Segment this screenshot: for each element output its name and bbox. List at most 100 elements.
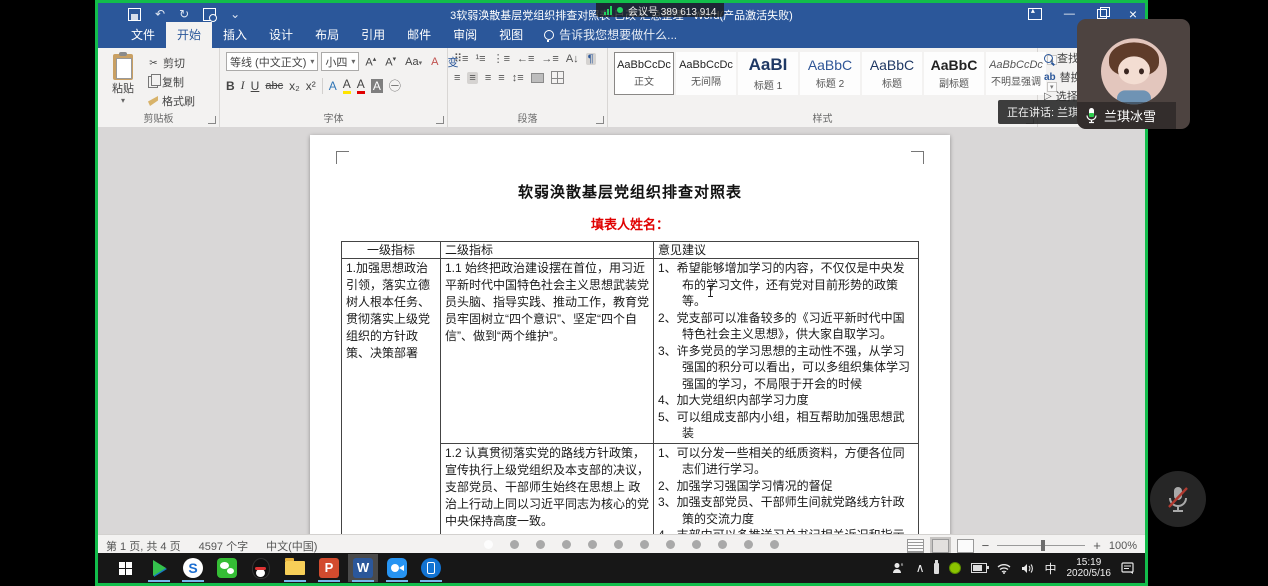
taskbar-phone-cast[interactable] <box>416 554 446 582</box>
style-no-spacing[interactable]: AaBbCcDc无间隔 <box>676 52 736 95</box>
line-spacing-icon[interactable]: ↕≡ <box>512 72 524 84</box>
start-button[interactable] <box>110 554 140 582</box>
style-title[interactable]: AaBbC标题 <box>862 52 922 95</box>
justify-icon[interactable]: ≡ <box>498 72 504 84</box>
format-painter-button[interactable]: 格式刷 <box>148 93 195 109</box>
restore-button[interactable] <box>1097 9 1107 19</box>
change-case-button[interactable]: Aa▾ <box>402 55 425 69</box>
cut-button[interactable]: ✂剪切 <box>148 55 195 71</box>
taskbar-clock[interactable]: 15:19 2020/5/16 <box>1067 557 1112 579</box>
increase-indent-icon[interactable]: →≡ <box>541 53 558 65</box>
highlight-color-button[interactable]: A <box>343 77 351 94</box>
read-mode-icon[interactable] <box>907 539 924 553</box>
borders-icon[interactable] <box>551 71 564 84</box>
taskbar-media-player[interactable] <box>144 554 174 582</box>
style-normal[interactable]: AaBbCcDc正文 <box>614 52 674 95</box>
battery-icon[interactable] <box>971 563 987 573</box>
zoom-slider-thumb[interactable] <box>1041 540 1045 551</box>
tab-mailings[interactable]: 邮件 <box>396 22 442 48</box>
numbering-icon[interactable]: ¹≡ <box>475 53 485 65</box>
dialog-launcher-icon[interactable] <box>208 116 216 124</box>
tab-references[interactable]: 引用 <box>350 22 396 48</box>
align-right-icon[interactable]: ≡ <box>485 72 491 84</box>
web-layout-icon[interactable] <box>957 539 974 553</box>
underline-button[interactable]: U <box>251 79 260 93</box>
document-area[interactable]: 软弱涣散基层党组织排查对照表 填表人姓名： 一级指标 二级指标 意见建议 1.加… <box>98 127 1145 534</box>
character-shading-button[interactable]: A <box>371 79 383 93</box>
zoom-level[interactable]: 100% <box>1109 540 1137 552</box>
align-left-icon[interactable]: ≡ <box>454 72 460 84</box>
tab-layout[interactable]: 布局 <box>304 22 350 48</box>
font-name-combobox[interactable]: 等线 (中文正文)▾ <box>226 52 318 71</box>
people-icon[interactable]: ᴿ <box>892 562 906 574</box>
taskbar-word-active[interactable]: W <box>348 554 378 582</box>
paste-button[interactable]: 粘贴 ▾ <box>104 52 142 109</box>
language-indicator[interactable]: 中文(中国) <box>266 538 317 554</box>
zoom-out-button[interactable]: − <box>982 538 990 553</box>
style-subtle-emphasis[interactable]: AaBbCcDc不明显强调 <box>986 52 1046 95</box>
taskbar-sogou-browser[interactable]: S <box>178 554 208 582</box>
security-tray-icon[interactable] <box>949 562 961 574</box>
wifi-icon[interactable] <box>997 563 1011 574</box>
strikethrough-button[interactable]: abc <box>265 80 283 92</box>
zoom-in-button[interactable]: + <box>1093 538 1101 553</box>
copy-button[interactable]: 复制 <box>148 74 195 90</box>
tab-insert[interactable]: 插入 <box>212 22 258 48</box>
italic-button[interactable]: I <box>241 78 245 93</box>
bullets-icon[interactable]: ⠿≡ <box>454 52 468 65</box>
shrink-font-button[interactable]: A▾ <box>382 54 399 70</box>
show-marks-icon[interactable]: ¶ <box>586 53 596 65</box>
text-effects-button[interactable]: A <box>329 79 337 93</box>
multilevel-list-icon[interactable]: ⋮≡ <box>493 52 510 65</box>
taskbar-file-explorer[interactable] <box>280 554 310 582</box>
superscript-button[interactable]: x² <box>306 79 316 93</box>
tab-view[interactable]: 视图 <box>488 22 534 48</box>
tab-review[interactable]: 审阅 <box>442 22 488 48</box>
enclose-characters-button[interactable]: ㊀ <box>389 77 401 94</box>
word-count[interactable]: 4597 个字 <box>199 538 249 554</box>
paintbrush-icon <box>148 96 158 106</box>
taskbar-qq[interactable] <box>246 554 276 582</box>
style-heading1[interactable]: AaBI标题 1 <box>738 52 798 95</box>
mic-mute-button[interactable] <box>1150 471 1206 527</box>
clear-formatting-button[interactable]: A <box>428 55 441 69</box>
subscript-button[interactable]: x₂ <box>289 79 300 93</box>
phone-screen: ↶ ↻ ⌄ 3软弱涣散基层党组织排查对照表-已改-汇总整理 - Word(产品激… <box>0 0 1268 586</box>
signal-bars-icon <box>604 6 612 15</box>
ribbon-display-options-icon[interactable] <box>1028 8 1042 20</box>
style-heading2[interactable]: AaBbC标题 2 <box>800 52 860 95</box>
grow-font-button[interactable]: A▴ <box>362 54 379 70</box>
font-size-combobox[interactable]: 小四▾ <box>321 52 359 71</box>
minimize-button[interactable]: — <box>1064 8 1075 20</box>
tab-home[interactable]: 开始 <box>166 22 212 48</box>
tell-me-box[interactable]: 告诉我您想要做什么... <box>534 22 687 48</box>
dot-active[interactable] <box>484 540 493 549</box>
style-subtitle[interactable]: AaBbC副标题 <box>924 52 984 95</box>
ime-indicator[interactable]: 中 <box>1044 560 1056 577</box>
tray-expand-icon[interactable]: ∧ <box>916 561 925 575</box>
taskbar-powerpoint[interactable]: P <box>314 554 344 582</box>
meeting-id-pill[interactable]: 会议号 389 613 914 <box>596 3 724 17</box>
print-layout-icon[interactable] <box>932 539 949 553</box>
participant-video-tile[interactable]: 兰琪冰雪 <box>1077 19 1190 129</box>
notification-center-icon[interactable] <box>1121 562 1135 575</box>
tab-design[interactable]: 设计 <box>258 22 304 48</box>
bold-button[interactable]: B <box>226 79 235 93</box>
page-indicator[interactable]: 第 1 页, 共 4 页 <box>106 538 181 554</box>
align-center-icon[interactable]: ≡ <box>467 72 477 84</box>
page-dots-indicator[interactable] <box>484 540 779 549</box>
zoom-slider[interactable] <box>997 545 1085 546</box>
shading-icon[interactable] <box>531 73 544 83</box>
taskbar-tencent-meeting[interactable] <box>382 554 412 582</box>
usb-device-icon[interactable] <box>934 563 939 574</box>
dialog-launcher-icon[interactable] <box>436 116 444 124</box>
advice-cell: 1、希望能够增加学习的内容，不仅仅是中央发布的学习文件，还有党对目前形势的政策等… <box>654 259 919 444</box>
speaker-icon[interactable] <box>1021 563 1034 574</box>
font-color-button[interactable]: A <box>357 77 365 94</box>
taskbar-wechat[interactable] <box>212 554 242 582</box>
tab-file[interactable]: 文件 <box>120 22 166 48</box>
dialog-launcher-icon[interactable] <box>596 116 604 124</box>
sort-icon[interactable]: A↓ <box>566 53 579 65</box>
document-page[interactable]: 软弱涣散基层党组织排查对照表 填表人姓名： 一级指标 二级指标 意见建议 1.加… <box>310 135 950 534</box>
decrease-indent-icon[interactable]: ←≡ <box>517 53 534 65</box>
